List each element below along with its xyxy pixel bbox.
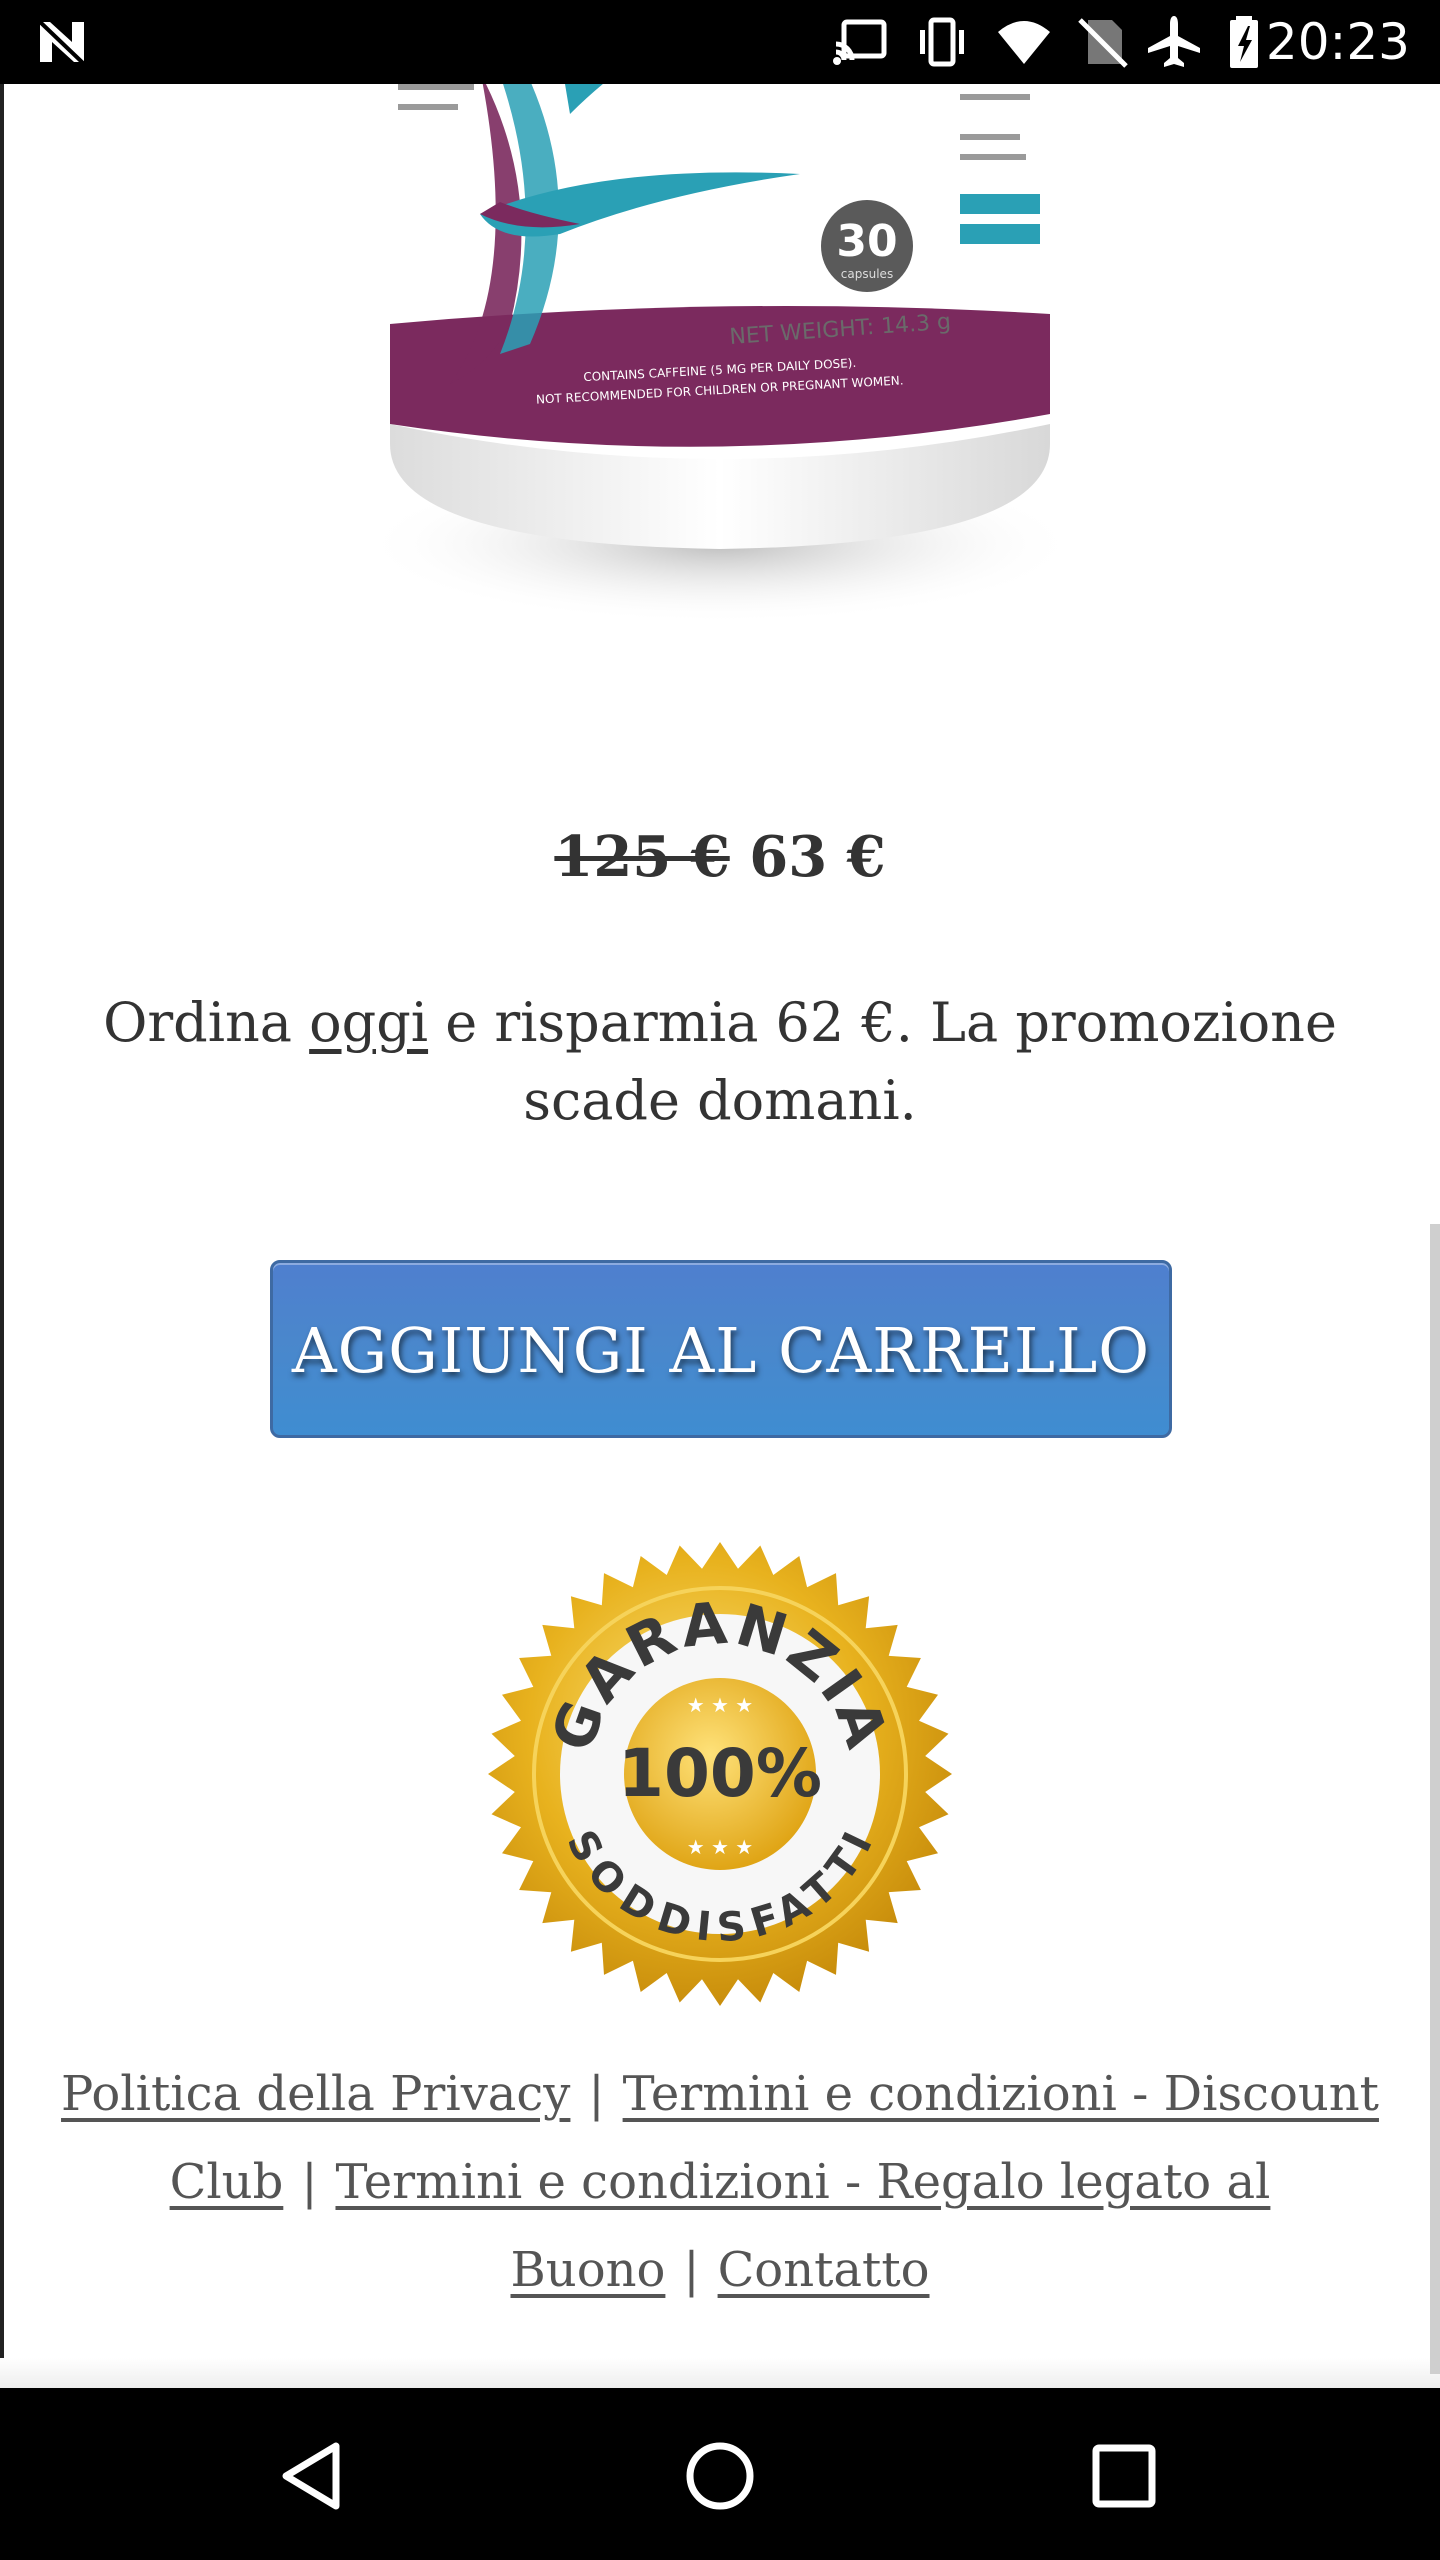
product-bottle-image: 30 capsules NET WEIGHT: 14.3 g CONTAINS …: [360, 84, 1080, 624]
web-page[interactable]: 30 capsules NET WEIGHT: 14.3 g CONTAINS …: [0, 84, 1440, 2388]
status-bar: 20:23: [0, 0, 1440, 84]
old-price: 125 €: [554, 824, 730, 890]
page-bottom-edge: [0, 2358, 1440, 2388]
wifi-icon: [998, 21, 1050, 64]
vibrate-icon: [920, 17, 964, 67]
guarantee-seal-icon: ★ ★ ★ ★ ★ ★ GARANZIA 100% SODDISFATTI: [488, 1542, 952, 2006]
svg-text:★ ★ ★: ★ ★ ★: [687, 1693, 754, 1717]
cast-icon: [833, 19, 887, 65]
n-logo-icon: [36, 18, 86, 66]
privacy-policy-link[interactable]: Politica della Privacy: [61, 2066, 570, 2122]
navigation-bar: [0, 2388, 1440, 2560]
footer-links: Politica della Privacy | Termini e condizi…: [50, 2050, 1390, 2314]
seal-percent: 100%: [618, 1735, 822, 1812]
footer-separator: |: [301, 2154, 318, 2210]
new-price: 63 €: [749, 824, 886, 890]
promo-highlight: oggi: [309, 991, 429, 1054]
svg-text:★ ★ ★: ★ ★ ★: [687, 1835, 754, 1859]
airplane-icon: [1148, 16, 1200, 67]
contact-link[interactable]: Contatto: [718, 2242, 930, 2298]
footer-separator: |: [683, 2242, 700, 2298]
promo-text: Ordina oggi e risparmia 62 €. La promozi…: [40, 984, 1400, 1140]
scrollbar[interactable]: [1430, 1224, 1440, 2374]
home-icon[interactable]: [680, 2436, 760, 2516]
price-line: 125 € 63 €: [0, 824, 1440, 890]
svg-text:30: 30: [836, 216, 897, 267]
svg-text:capsules: capsules: [841, 267, 893, 281]
no-sim-icon: [1078, 18, 1128, 68]
status-time: 20:23: [1265, 13, 1410, 71]
back-icon[interactable]: [276, 2436, 356, 2516]
promo-text-after: e risparmia 62 €. La promozione scade do…: [428, 991, 1337, 1132]
promo-text-before: Ordina: [103, 991, 310, 1054]
footer-separator: |: [588, 2066, 605, 2122]
add-to-cart-button[interactable]: AGGIUNGI AL CARRELLO: [270, 1260, 1172, 1438]
recents-icon[interactable]: [1084, 2436, 1164, 2516]
battery-icon: [1230, 16, 1258, 68]
